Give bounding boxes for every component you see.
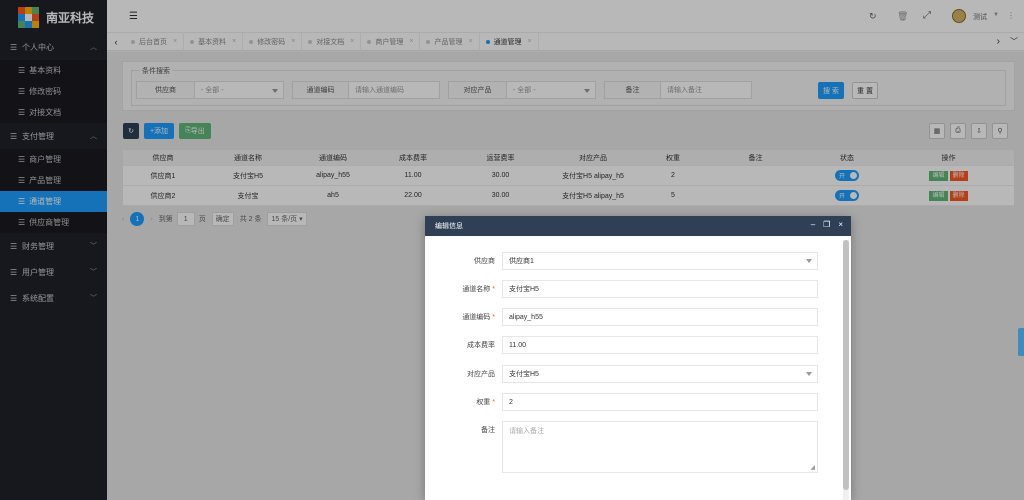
- cost-rate-input[interactable]: 11.00: [502, 336, 818, 354]
- close-icon[interactable]: ×: [838, 220, 843, 229]
- modal-header: 编辑信息 – ❐ ×: [425, 216, 851, 236]
- maximize-icon[interactable]: ❐: [823, 220, 830, 229]
- form-row-remark: 备注 请输入备注 ◢: [425, 421, 825, 473]
- textarea-placeholder: 请输入备注: [509, 428, 544, 435]
- form-label-text: 通道编码: [462, 314, 491, 321]
- channel-name-input[interactable]: 支付宝H5: [502, 280, 818, 298]
- form-label: 备注: [481, 427, 495, 434]
- required-mark: *: [492, 286, 495, 293]
- remark-textarea[interactable]: 请输入备注 ◢: [502, 421, 818, 473]
- form-row-supplier: 供应商 供应商1: [425, 252, 825, 270]
- form-label: 对应产品: [467, 371, 495, 378]
- minimize-icon[interactable]: –: [811, 220, 815, 229]
- caret-down-icon: [806, 372, 812, 376]
- modal-title: 编辑信息: [435, 223, 463, 230]
- form-label: 通道编码 *: [425, 312, 499, 322]
- supplier-select[interactable]: 供应商1: [502, 252, 818, 270]
- required-mark: *: [492, 399, 495, 406]
- form-row-cost-rate: 成本费率 11.00: [425, 336, 825, 354]
- form-row-channel-code: 通道编码 * alipay_h55: [425, 308, 825, 326]
- side-drawer-handle[interactable]: [1018, 328, 1024, 356]
- required-mark: *: [492, 314, 495, 321]
- form-label: 成本费率: [467, 342, 495, 349]
- select-value: 支付宝H5: [509, 371, 539, 378]
- form-row-product: 对应产品 支付宝H5: [425, 365, 825, 383]
- form-label-text: 权重: [476, 399, 491, 406]
- modal-scrollbar[interactable]: [843, 240, 849, 500]
- channel-code-input[interactable]: alipay_h55: [502, 308, 818, 326]
- resize-handle-icon[interactable]: ◢: [810, 464, 815, 471]
- form-label: 权重 *: [425, 397, 499, 407]
- form-label: 供应商: [474, 258, 495, 265]
- form-row-channel-name: 通道名称 * 支付宝H5: [425, 280, 825, 298]
- form-row-weight: 权重 * 2: [425, 393, 825, 411]
- product-select[interactable]: 支付宝H5: [502, 365, 818, 383]
- edit-modal: 编辑信息 – ❐ × 供应商 供应商1 通道名称 * 支付宝H5 通道编码 * …: [425, 216, 851, 500]
- form-label: 通道名称 *: [425, 284, 499, 294]
- scrollbar-thumb[interactable]: [843, 240, 849, 490]
- select-value: 供应商1: [509, 258, 534, 265]
- form-label-text: 通道名称: [462, 286, 491, 293]
- caret-down-icon: [806, 259, 812, 263]
- weight-input[interactable]: 2: [502, 393, 818, 411]
